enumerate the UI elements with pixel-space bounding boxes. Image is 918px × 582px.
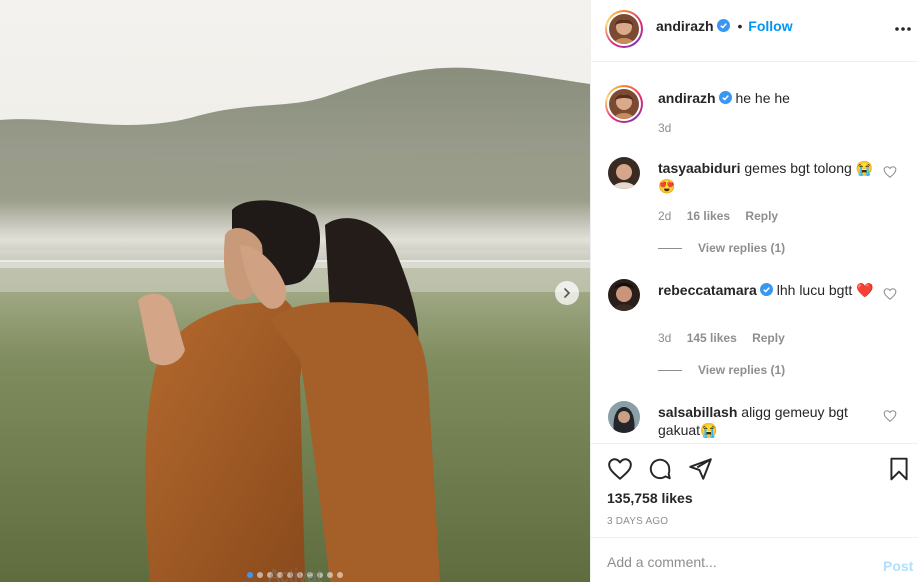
carousel-dot [327,572,333,578]
comment-icon[interactable] [647,456,673,482]
verified-badge-icon [759,283,773,296]
add-comment-bar: Post [591,537,918,582]
comment-likes[interactable]: 145 likes [687,331,737,345]
view-replies-button[interactable]: View replies (1) [658,363,785,377]
activation-watermark: Activat [268,566,323,582]
comment-username[interactable]: salsabillash [658,404,737,420]
avatar[interactable] [608,279,640,311]
more-icon[interactable] [893,21,913,37]
like-comment-heart-icon[interactable] [883,409,897,423]
carousel-dot [337,572,343,578]
post-date[interactable]: 3 DAYS AGO [607,516,668,527]
comment-time[interactable]: 3d [658,331,671,345]
comment-time[interactable]: 2d [658,209,671,223]
heart-icon[interactable] [607,456,633,482]
separator: • [737,18,743,34]
comment-text: tasyaabiduri gemes bgt tolong 😭😍 [658,159,883,195]
comments-list[interactable]: andirazh he he he 3d tasyaabiduri gemes … [591,63,918,443]
caption-time[interactable]: 3d [658,121,671,135]
follow-button[interactable]: Follow [748,18,792,34]
post-header: andirazh • Follow [591,0,918,62]
avatar [609,14,639,44]
avatar [609,89,639,119]
avatar[interactable] [608,157,640,189]
reply-button[interactable]: Reply [745,209,778,223]
verified-badge-icon [716,19,730,32]
comment-meta: 2d 16 likes Reply [658,209,790,223]
next-photo-button[interactable] [555,281,579,305]
comment-text: salsabillash aligg gemeuy bgt gakuat😭 [658,403,883,439]
verified-badge-icon [718,91,732,104]
post-comment-button[interactable]: Post [883,558,913,574]
comment-likes[interactable]: 16 likes [687,209,730,223]
post-detail-panel: andirazh • Follow andirazh he he he 3d t… [590,0,918,582]
comment-item: salsabillash aligg gemeuy bgt gakuat😭 [591,399,918,443]
post-photo[interactable] [0,0,590,582]
caption-username[interactable]: andirazh [658,90,716,106]
story-ring[interactable] [605,85,643,123]
like-comment-heart-icon[interactable] [883,287,897,301]
caption-body: he he he [735,90,790,106]
avatar[interactable] [608,401,640,433]
comment-text: rebeccatamara lhh lucu bgtt ❤️ [658,281,883,299]
view-replies-label: View replies (1) [698,363,786,377]
comment-meta: 3d 145 likes Reply [658,331,797,345]
caption-meta: 3d [658,121,683,135]
reply-button[interactable]: Reply [752,331,785,345]
photo-scene [0,0,590,582]
comment-username[interactable]: tasyaabiduri [658,160,740,176]
likes-count[interactable]: 135,758 likes [607,490,693,506]
bookmark-icon[interactable] [886,456,912,482]
caption-text: andirazh he he he [658,89,883,107]
view-replies-label: View replies (1) [698,241,786,255]
comment-input[interactable] [607,552,857,572]
story-ring[interactable] [605,10,643,48]
view-replies-button[interactable]: View replies (1) [658,241,785,255]
post-actions: 135,758 likes 3 DAYS AGO [591,443,918,536]
share-icon[interactable] [687,456,713,482]
chevron-right-icon [564,288,571,298]
carousel-dot [257,572,263,578]
comment-item: rebeccatamara lhh lucu bgtt ❤️ 3d 145 li… [591,277,918,387]
comment-body: lhh lucu bgtt ❤️ [776,282,874,298]
author-row: andirazh • Follow [656,18,793,34]
caption: andirazh he he he 3d [591,63,918,143]
comment-item: tasyaabiduri gemes bgt tolong 😭😍 2d 16 l… [591,155,918,265]
carousel-dot [247,572,253,578]
like-comment-heart-icon[interactable] [883,165,897,179]
author-username[interactable]: andirazh [656,18,714,34]
comment-username[interactable]: rebeccatamara [658,282,757,298]
